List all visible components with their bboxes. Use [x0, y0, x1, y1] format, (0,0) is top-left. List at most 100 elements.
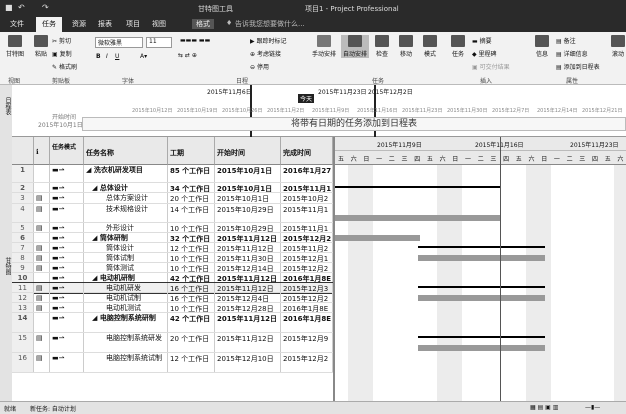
task-name-cell[interactable]: ◢ 电脑控制系统研制 [84, 313, 168, 332]
table-row[interactable]: 12 ▤ ▬⇀ 电动机试制 16 个工作日 2015年12月4日 2015年12月2 [12, 293, 333, 303]
finish-cell[interactable]: 2015年12月3 [281, 283, 333, 292]
inspect-button[interactable]: 检查 [372, 35, 392, 58]
table-row[interactable]: 6 ▬⇀ ◢ 筒体研制 32 个工作日 2015年11月12日 2015年12月2 [12, 233, 333, 243]
auto-scheduled-icon[interactable]: ▬⇀ [50, 313, 84, 332]
task-name-cell[interactable]: 电脑控制系统试制 [84, 353, 168, 372]
mode-button[interactable]: 模式 [420, 35, 440, 58]
duration-cell[interactable]: 10 个工作日 [168, 263, 215, 272]
respect-links-button[interactable]: ⊕ 考虑链接 [250, 49, 281, 58]
finish-cell[interactable]: 2015年11月1 [281, 223, 333, 232]
start-cell[interactable]: 2015年11月12日 [215, 233, 281, 242]
duration-cell[interactable]: 12 个工作日 [168, 243, 215, 252]
task-bar[interactable] [335, 235, 420, 241]
finish-cell[interactable]: 2015年12月2 [281, 353, 333, 372]
table-row[interactable]: 1 ▬⇀ ◢ 洗衣机研发项目 85 个工作日 2015年10月1日 2016年1月27 [12, 165, 333, 183]
task-name-cell[interactable]: 电脑控制系统研发 [84, 333, 168, 352]
notes-button[interactable]: ▤ 备注 [556, 36, 576, 45]
duration-cell[interactable]: 14 个工作日 [168, 204, 215, 222]
redo-icon[interactable]: ↷ [42, 3, 49, 12]
row-number[interactable]: 11 [12, 283, 34, 292]
finish-cell[interactable]: 2015年12月9 [281, 333, 333, 352]
tab-file[interactable]: 文件 [10, 19, 24, 29]
auto-scheduled-icon[interactable]: ▬⇀ [50, 353, 84, 372]
start-cell[interactable]: 2015年11月12日 [215, 313, 281, 332]
auto-scheduled-icon[interactable]: ▬⇀ [50, 273, 84, 282]
auto-scheduled-icon[interactable]: ▬⇀ [50, 283, 84, 292]
summary-bar[interactable] [335, 186, 500, 188]
underline-button[interactable]: U [115, 53, 119, 60]
summary-bar[interactable] [418, 246, 545, 248]
task-bar[interactable] [418, 255, 545, 261]
finish-cell[interactable]: 2015年12月2 [281, 233, 333, 242]
start-cell[interactable]: 2015年11月12日 [215, 273, 281, 282]
cut-button[interactable]: ✂ 剪切 [52, 36, 71, 45]
row-number[interactable]: 2 [12, 183, 34, 192]
auto-scheduled-icon[interactable]: ▬⇀ [50, 263, 84, 272]
table-row[interactable]: 4 ▤ ▬⇀ 技术规格设计 14 个工作日 2015年10月29日 2015年11月1 [12, 204, 333, 223]
tab-task[interactable]: 任务 [36, 17, 62, 32]
zoom-slider[interactable]: —▮— [585, 404, 600, 411]
tab-format[interactable]: 格式 [192, 19, 214, 29]
font-name-select[interactable]: 微软雅黑 [95, 37, 143, 48]
task-name-cell[interactable]: 外形设计 [84, 223, 168, 232]
inactivate-button[interactable]: ⊖ 停用 [250, 62, 269, 71]
task-name-cell[interactable]: 电动机研发 [84, 283, 168, 292]
finish-column-header[interactable]: 完成时间 [281, 137, 333, 165]
table-row[interactable]: 15 ▤ ▬⇀ 电脑控制系统研发 20 个工作日 2015年11月12日 2015年12月9 [12, 333, 333, 353]
task-name-cell[interactable]: ◢ 洗衣机研发项目 [84, 165, 168, 182]
finish-cell[interactable]: 2015年11月1 [281, 183, 333, 192]
duration-cell[interactable]: 42 个工作日 [168, 313, 215, 332]
task-name-cell[interactable]: 筒体测试 [84, 263, 168, 272]
table-row[interactable]: 2 ▬⇀ ◢ 总体设计 34 个工作日 2015年10月1日 2015年11月1 [12, 183, 333, 193]
task-name-cell[interactable]: 总体方案设计 [84, 193, 168, 203]
row-number[interactable]: 4 [12, 204, 34, 222]
indent-icons[interactable]: ⇆ ⇄ ⊕ [178, 52, 197, 59]
table-row[interactable]: 3 ▤ ▬⇀ 总体方案设计 20 个工作日 2015年10月1日 2015年10月2 [12, 193, 333, 204]
task-name-cell[interactable]: 筒体设计 [84, 243, 168, 252]
copy-button[interactable]: ▣ 复制 [52, 49, 72, 58]
duration-cell[interactable]: 10 个工作日 [168, 303, 215, 312]
italic-button[interactable]: I [106, 53, 108, 60]
add-to-timeline-button[interactable]: ▤ 添加到日程表 [556, 62, 600, 71]
auto-scheduled-icon[interactable]: ▬⇀ [50, 183, 84, 192]
tab-view[interactable]: 视图 [152, 19, 166, 29]
start-cell[interactable]: 2015年12月28日 [215, 303, 281, 312]
table-row[interactable]: 10 ▬⇀ ◢ 电动机研制 42 个工作日 2015年11月12日 2016年1月8E [12, 273, 333, 283]
row-number[interactable]: 1 [12, 165, 34, 182]
row-number[interactable]: 13 [12, 303, 34, 312]
table-row[interactable]: 8 ▤ ▬⇀ 筒体试制 10 个工作日 2015年11月30日 2015年12月1 [12, 253, 333, 263]
bold-button[interactable]: B [96, 53, 101, 60]
summary-button[interactable]: ▬ 摘要 [472, 36, 492, 45]
table-row[interactable]: 14 ▬⇀ ◢ 电脑控制系统研制 42 个工作日 2015年11月12日 2016年1月8… [12, 313, 333, 333]
indicators-column-header[interactable]: ℹ [34, 137, 50, 165]
row-number[interactable]: 5 [12, 223, 34, 232]
finish-cell[interactable]: 2016年1月8E [281, 273, 333, 282]
tab-report[interactable]: 报表 [98, 19, 112, 29]
information-button[interactable]: 信息 [532, 35, 552, 58]
row-number[interactable]: 14 [12, 313, 34, 332]
timeline-placeholder[interactable]: 将带有日期的任务添加到日程表 [82, 117, 626, 131]
new-tasks-mode[interactable]: 新任务: 自动计划 [30, 404, 76, 413]
duration-cell[interactable]: 20 个工作日 [168, 193, 215, 203]
auto-scheduled-icon[interactable]: ▬⇀ [50, 333, 84, 352]
view-shortcut-icons[interactable]: ▦ ▤ ▣ ▥ [530, 404, 558, 411]
task-bar[interactable] [418, 295, 545, 301]
table-row[interactable]: 16 ▤ ▬⇀ 电脑控制系统试制 12 个工作日 2015年12月10日 2015年12月2 [12, 353, 333, 373]
start-cell[interactable]: 2015年12月4日 [215, 293, 281, 302]
table-row[interactable]: 7 ▤ ▬⇀ 筒体设计 12 个工作日 2015年11月12日 2015年11月2 [12, 243, 333, 253]
auto-scheduled-icon[interactable]: ▬⇀ [50, 204, 84, 222]
tab-project[interactable]: 项目 [126, 19, 140, 29]
scroll-to-task-button[interactable]: 滚动 [610, 35, 626, 58]
mode-column-header[interactable]: 任务模式 [50, 137, 84, 165]
finish-cell[interactable]: 2015年10月2 [281, 193, 333, 203]
row-number[interactable]: 9 [12, 263, 34, 272]
row-number[interactable]: 7 [12, 243, 34, 252]
task-name-cell[interactable]: 电动机测试 [84, 303, 168, 312]
auto-scheduled-icon[interactable]: ▬⇀ [50, 293, 84, 302]
gantt-view-button[interactable]: 甘特图 [3, 35, 27, 58]
timeline-pane[interactable]: 日程表 2015年11月6日 2015年11月23日 2015年12月2日 今天… [0, 85, 626, 137]
auto-scheduled-icon[interactable]: ▬⇀ [50, 303, 84, 312]
duration-cell[interactable]: 10 个工作日 [168, 223, 215, 232]
summary-bar[interactable] [418, 286, 545, 288]
start-cell[interactable]: 2015年11月12日 [215, 333, 281, 352]
